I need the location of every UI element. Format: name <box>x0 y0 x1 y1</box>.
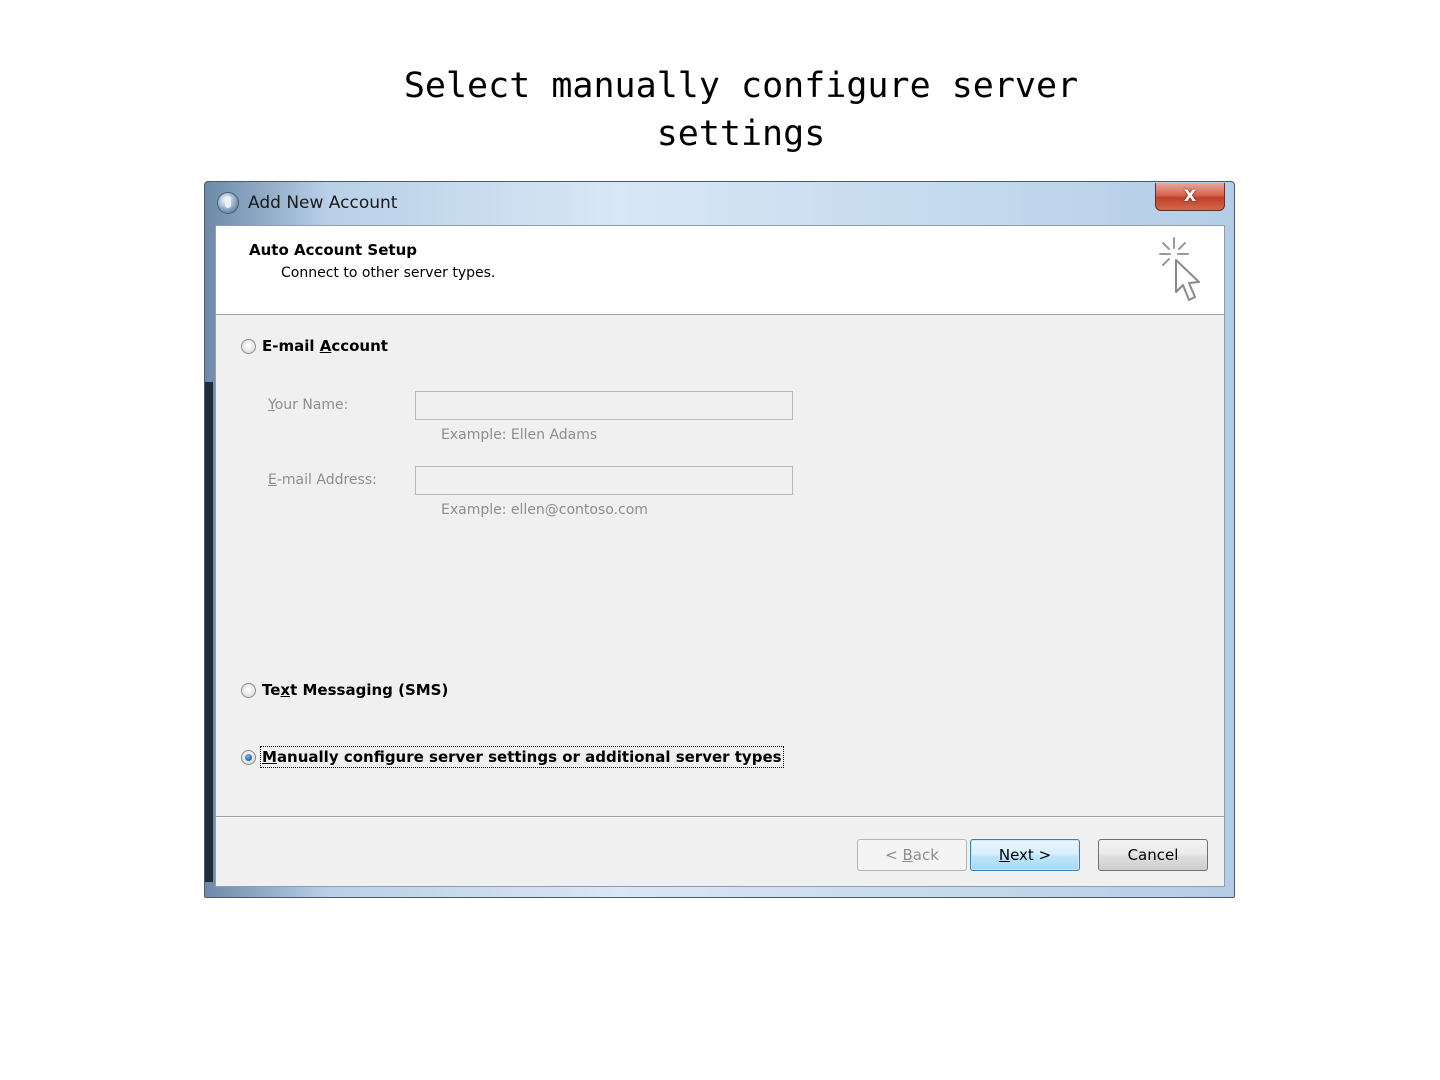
header-title: Auto Account Setup <box>249 241 417 259</box>
text-messaging-option[interactable]: Text Messaging (SMS) <box>241 679 448 701</box>
window-title: Add New Account <box>248 193 398 213</box>
header-band: Auto Account Setup Connect to other serv… <box>216 226 1224 315</box>
email-account-option[interactable]: E-mail Account <box>241 335 388 357</box>
your-name-example: Example: Ellen Adams <box>441 427 598 443</box>
close-button[interactable]: X <box>1155 183 1225 211</box>
next-button[interactable]: Next > <box>970 839 1080 871</box>
manual-config-label: Manually configure server settings or ad… <box>260 746 784 768</box>
cursor-sparkle-icon <box>1159 237 1200 301</box>
outlook-app-icon <box>217 192 239 214</box>
manual-config-option[interactable]: Manually configure server settings or ad… <box>241 746 784 768</box>
header-subtitle: Connect to other server types. <box>281 265 496 281</box>
slide-title-line-2: settings <box>656 114 826 154</box>
email-account-radio[interactable] <box>241 338 256 354</box>
close-icon: X <box>1183 186 1197 205</box>
your-name-field[interactable] <box>415 391 793 420</box>
email-account-label: E-mail Account <box>262 337 388 355</box>
text-messaging-radio[interactable] <box>241 682 256 698</box>
manual-config-radio[interactable] <box>241 749 256 765</box>
cancel-button[interactable]: Cancel <box>1098 839 1208 871</box>
your-name-label: Your Name: <box>268 397 349 413</box>
text-messaging-label: Text Messaging (SMS) <box>262 681 449 699</box>
back-button[interactable]: < Back <box>857 839 967 871</box>
footer-separator <box>216 816 1224 818</box>
slide-title-line-1: Select manually configure server <box>403 66 1079 106</box>
email-address-example: Example: ellen@contoso.com <box>441 502 648 518</box>
add-new-account-window: Add New Account X Auto Account Setup Con… <box>204 181 1235 898</box>
email-address-field[interactable] <box>415 466 793 495</box>
email-address-label: E-mail Address: <box>268 472 377 488</box>
window-titlebar[interactable]: Add New Account X <box>205 182 1234 224</box>
dialog-client-area: Auto Account Setup Connect to other serv… <box>215 225 1225 887</box>
slide-title: Select manually configure server setting… <box>0 62 1440 158</box>
